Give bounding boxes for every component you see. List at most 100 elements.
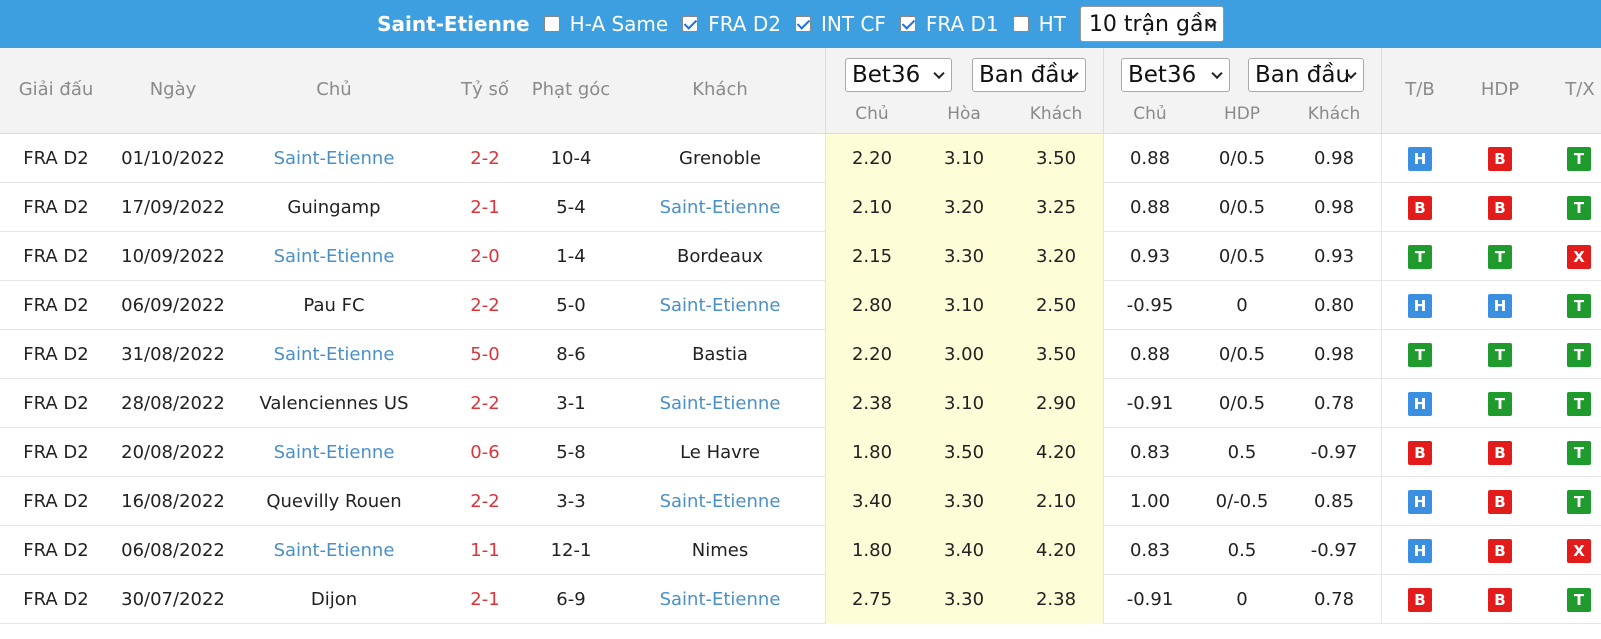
table-header: Giải đấu Ngày Chủ Tỷ số Phạt góc Khách B… xyxy=(0,48,1601,134)
filter-int-cf[interactable]: INT CF xyxy=(794,12,886,36)
cell-hdp-away: 0.78 xyxy=(1313,393,1355,414)
cell-odds-home: 2.80 xyxy=(851,295,893,316)
cell-home-team[interactable]: Valenciennes US xyxy=(234,379,434,428)
cell-odds-home: 2.20 xyxy=(851,148,893,169)
cell-hdp-home: 0.93 xyxy=(1129,246,1171,267)
header-o2-hdp: HDP xyxy=(1223,104,1261,124)
filter-label: FRA D1 xyxy=(925,12,999,36)
cell-away-team[interactable]: Le Havre xyxy=(620,428,820,477)
cell-date: 28/08/2022 xyxy=(121,393,225,414)
cell-odds-away: 4.20 xyxy=(1035,540,1077,561)
cell-away-team[interactable]: Saint-Etienne xyxy=(620,477,820,526)
cell-odds-home: 1.80 xyxy=(851,540,893,561)
header-date: Ngày xyxy=(149,79,197,100)
cell-hdp-line: 0/0.5 xyxy=(1218,197,1266,218)
cell-corners: 5-4 xyxy=(556,197,586,218)
cell-corners: 6-9 xyxy=(556,589,586,610)
header-o2-home: Chủ xyxy=(1133,104,1167,124)
odds2-company-select[interactable]: Bet36 xyxy=(1121,58,1230,92)
badge-tx: T xyxy=(1567,588,1591,612)
cell-hdp-away: 0.98 xyxy=(1313,344,1355,365)
column-divider xyxy=(1381,232,1382,281)
cell-away-team[interactable]: Saint-Etienne xyxy=(620,575,820,624)
filter-label: FRA D2 xyxy=(708,12,781,36)
badge-tb: T xyxy=(1408,245,1432,269)
cell-hdp-home: 0.88 xyxy=(1129,148,1171,169)
badge-tx: T xyxy=(1567,196,1591,220)
badge-hdp: B xyxy=(1488,196,1512,220)
cell-league: FRA D2 xyxy=(23,344,89,365)
cell-date: 31/08/2022 xyxy=(121,344,225,365)
cell-date: 06/08/2022 xyxy=(121,540,225,561)
header-corners: Phạt góc xyxy=(531,79,611,100)
badge-hdp: T xyxy=(1488,343,1512,367)
checkbox-ha-same[interactable] xyxy=(543,16,560,32)
badge-tx: T xyxy=(1567,147,1591,171)
cell-corners: 3-1 xyxy=(556,393,586,414)
cell-corners: 8-6 xyxy=(556,344,586,365)
filter-ht[interactable]: HT xyxy=(1012,12,1066,36)
cell-home-team[interactable]: Saint-Etienne xyxy=(234,526,434,575)
odds2-type-select[interactable]: Ban đầu xyxy=(1248,58,1364,92)
cell-league: FRA D2 xyxy=(23,246,89,267)
filter-fra-d2[interactable]: FRA D2 xyxy=(682,12,781,36)
cell-odds-away: 3.20 xyxy=(1035,246,1077,267)
cell-odds-draw: 3.30 xyxy=(943,589,985,610)
header-tx: T/X xyxy=(1565,79,1595,100)
odds1-company-select[interactable]: Bet36 xyxy=(845,58,952,92)
cell-odds-draw: 3.10 xyxy=(943,393,985,414)
cell-away-team[interactable]: Saint-Etienne xyxy=(620,281,820,330)
table-row: FRA D2 10/09/2022 Saint-Etienne 2-0 1-4 Borde… xyxy=(0,232,1601,281)
cell-home-team[interactable]: Saint-Etienne xyxy=(234,134,434,183)
table-row: FRA D2 06/09/2022 Pau FC 2-2 5-0 Saint-Etienn… xyxy=(0,281,1601,330)
cell-league: FRA D2 xyxy=(23,589,89,610)
badge-hdp: B xyxy=(1488,147,1512,171)
column-divider xyxy=(1381,330,1382,379)
checkbox-int-cf[interactable] xyxy=(794,16,811,32)
badge-tb: H xyxy=(1408,490,1432,514)
cell-home-team[interactable]: Saint-Etienne xyxy=(234,232,434,281)
cell-odds-home: 2.15 xyxy=(851,246,893,267)
cell-away-team[interactable]: Saint-Etienne xyxy=(620,379,820,428)
match-count-select[interactable]: 10 trận gần xyxy=(1079,6,1224,42)
cell-away-team[interactable]: Grenoble xyxy=(620,134,820,183)
header-league: Giải đấu xyxy=(18,79,94,100)
cell-home-team[interactable]: Saint-Etienne xyxy=(234,428,434,477)
cell-home-team[interactable]: Quevilly Rouen xyxy=(234,477,434,526)
badge-tb: H xyxy=(1408,539,1432,563)
filter-ha-same[interactable]: H-A Same xyxy=(543,12,668,36)
cell-hdp-home: 0.83 xyxy=(1129,442,1171,463)
badge-tx: X xyxy=(1567,245,1591,269)
cell-away-team[interactable]: Bordeaux xyxy=(620,232,820,281)
cell-away-team[interactable]: Nimes xyxy=(620,526,820,575)
cell-league: FRA D2 xyxy=(23,442,89,463)
cell-away-team[interactable]: Bastia xyxy=(620,330,820,379)
cell-corners: 5-0 xyxy=(556,295,586,316)
cell-date: 16/08/2022 xyxy=(121,491,225,512)
cell-home-team[interactable]: Pau FC xyxy=(234,281,434,330)
filter-label: INT CF xyxy=(820,12,886,36)
filter-fra-d1[interactable]: FRA D1 xyxy=(899,12,999,36)
badge-tb: B xyxy=(1408,588,1432,612)
cell-away-team[interactable]: Saint-Etienne xyxy=(620,183,820,232)
odds1-type-select[interactable]: Ban đầu xyxy=(972,58,1086,92)
cell-home-team[interactable]: Dijon xyxy=(234,575,434,624)
cell-home-team[interactable]: Saint-Etienne xyxy=(234,330,434,379)
cell-league: FRA D2 xyxy=(23,393,89,414)
cell-hdp-home: 0.83 xyxy=(1129,540,1171,561)
badge-tx: T xyxy=(1567,490,1591,514)
header-away: Khách xyxy=(692,79,748,100)
badge-tb: T xyxy=(1408,343,1432,367)
header-hdp: HDP xyxy=(1480,79,1520,100)
checkbox-ht[interactable] xyxy=(1012,16,1029,32)
cell-odds-draw: 3.30 xyxy=(943,246,985,267)
header-o1-draw: Hòa xyxy=(947,104,981,124)
cell-league: FRA D2 xyxy=(23,540,89,561)
checkbox-fra-d1[interactable] xyxy=(899,16,916,32)
cell-odds-draw: 3.20 xyxy=(943,197,985,218)
checkbox-fra-d2[interactable] xyxy=(682,16,699,32)
cell-hdp-away: 0.80 xyxy=(1313,295,1355,316)
cell-home-team[interactable]: Guingamp xyxy=(234,183,434,232)
cell-odds-home: 2.75 xyxy=(851,589,893,610)
odds2-type-value: Ban đầu xyxy=(1255,62,1351,88)
